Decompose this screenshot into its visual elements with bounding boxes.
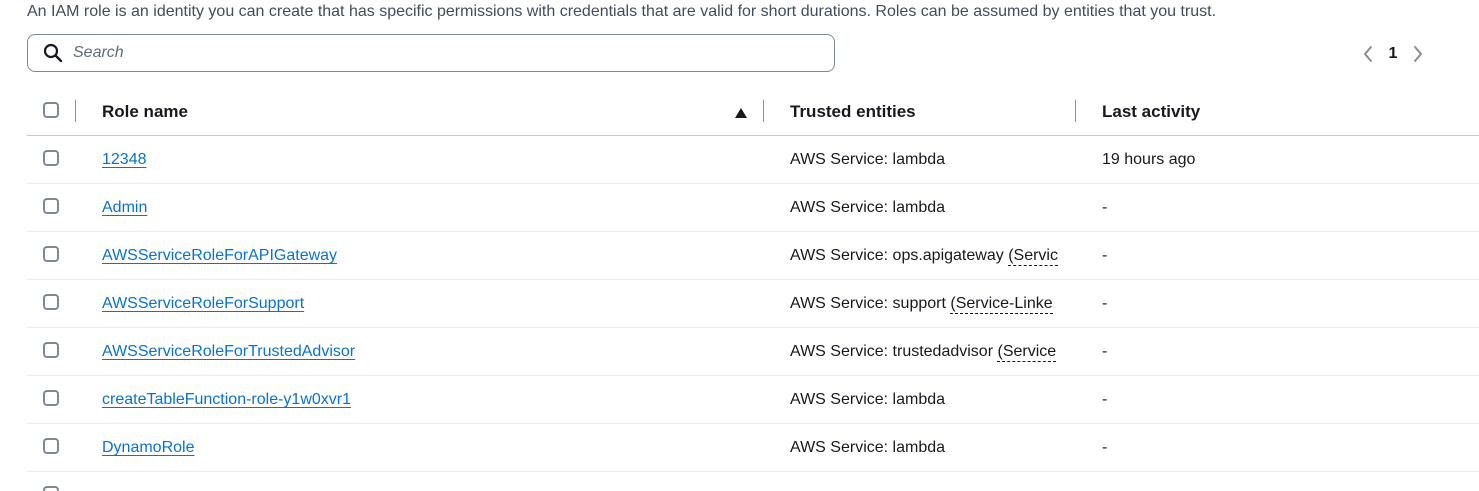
trusted-entity: AWS Service: lambda bbox=[790, 391, 946, 408]
table-row: DynamoRole AWS Service: lambda - bbox=[27, 424, 1479, 472]
last-activity: - bbox=[1102, 439, 1108, 456]
iam-roles-page: An IAM role is an identity you can creat… bbox=[0, 0, 1479, 491]
trusted-entity: AWS Service: trustedadvisor bbox=[790, 343, 994, 360]
column-divider[interactable] bbox=[763, 100, 764, 122]
trusted-entity: AWS Service: support bbox=[790, 295, 946, 312]
table-row: AWSServiceRoleForAPIGateway AWS Service:… bbox=[27, 232, 1479, 280]
table-row: AWSServiceRoleForSupport AWS Service: su… bbox=[27, 280, 1479, 328]
row-checkbox[interactable] bbox=[43, 246, 59, 262]
role-name-link[interactable]: 12348 bbox=[102, 151, 147, 168]
service-linked-popover[interactable]: (Servic bbox=[1008, 247, 1058, 266]
page-description: An IAM role is an identity you can creat… bbox=[27, 3, 1217, 20]
row-checkbox[interactable] bbox=[43, 486, 59, 491]
chevron-left-icon[interactable] bbox=[1356, 40, 1380, 68]
column-header-trusted-entities[interactable]: Trusted entities bbox=[790, 88, 916, 135]
table-row: createTableFunction-role-y1w0xvr1 AWS Se… bbox=[27, 376, 1479, 424]
column-header-role-name[interactable]: Role name bbox=[102, 88, 188, 135]
table-row: AWSServiceRoleForTrustedAdvisor AWS Serv… bbox=[27, 328, 1479, 376]
table-header: Role name Trusted entities Last activity bbox=[27, 88, 1479, 136]
chevron-right-icon[interactable] bbox=[1406, 40, 1430, 68]
select-all-checkbox[interactable] bbox=[43, 102, 59, 118]
role-name-link[interactable]: AWSServiceRoleForTrustedAdvisor bbox=[102, 343, 355, 360]
pagination: 1 bbox=[1356, 40, 1430, 68]
role-name-link[interactable]: DynamoRole bbox=[102, 439, 194, 456]
role-name-link[interactable]: AWSServiceRoleForAPIGateway bbox=[102, 247, 337, 264]
search-input[interactable] bbox=[73, 44, 773, 62]
row-checkbox[interactable] bbox=[43, 294, 59, 310]
role-name-link[interactable]: Admin bbox=[102, 199, 147, 216]
roles-table: Role name Trusted entities Last activity… bbox=[27, 88, 1479, 491]
row-checkbox[interactable] bbox=[43, 150, 59, 166]
trusted-entity: AWS Service: lambda bbox=[790, 199, 946, 216]
row-checkbox[interactable] bbox=[43, 342, 59, 358]
table-row: Admin AWS Service: lambda - bbox=[27, 184, 1479, 232]
trusted-entity: AWS Service: lambda bbox=[790, 439, 946, 456]
last-activity: 19 hours ago bbox=[1102, 151, 1196, 168]
search-icon bbox=[43, 43, 63, 63]
search-box[interactable] bbox=[27, 34, 835, 72]
trusted-entity: AWS Service: lambda bbox=[790, 151, 946, 168]
last-activity: - bbox=[1102, 199, 1108, 216]
sort-ascending-icon[interactable] bbox=[734, 106, 748, 118]
table-row-partial bbox=[27, 472, 1479, 491]
role-name-link[interactable]: createTableFunction-role-y1w0xvr1 bbox=[102, 391, 351, 408]
table-row: 12348 AWS Service: lambda 19 hours ago bbox=[27, 136, 1479, 184]
last-activity: - bbox=[1102, 391, 1108, 408]
row-checkbox[interactable] bbox=[43, 198, 59, 214]
column-divider bbox=[75, 100, 76, 122]
service-linked-popover[interactable]: (Service bbox=[997, 343, 1057, 362]
trusted-entity: AWS Service: ops.apigateway bbox=[790, 247, 1004, 264]
last-activity: - bbox=[1102, 247, 1108, 264]
column-header-last-activity[interactable]: Last activity bbox=[1102, 88, 1200, 135]
role-name-link[interactable]: AWSServiceRoleForSupport bbox=[102, 295, 304, 312]
last-activity: - bbox=[1102, 295, 1108, 312]
column-divider[interactable] bbox=[1075, 100, 1076, 122]
row-checkbox[interactable] bbox=[43, 390, 59, 406]
last-activity: - bbox=[1102, 343, 1108, 360]
service-linked-popover[interactable]: (Service-Linke bbox=[950, 295, 1053, 314]
page-number-current[interactable]: 1 bbox=[1380, 45, 1406, 63]
row-checkbox[interactable] bbox=[43, 438, 59, 454]
